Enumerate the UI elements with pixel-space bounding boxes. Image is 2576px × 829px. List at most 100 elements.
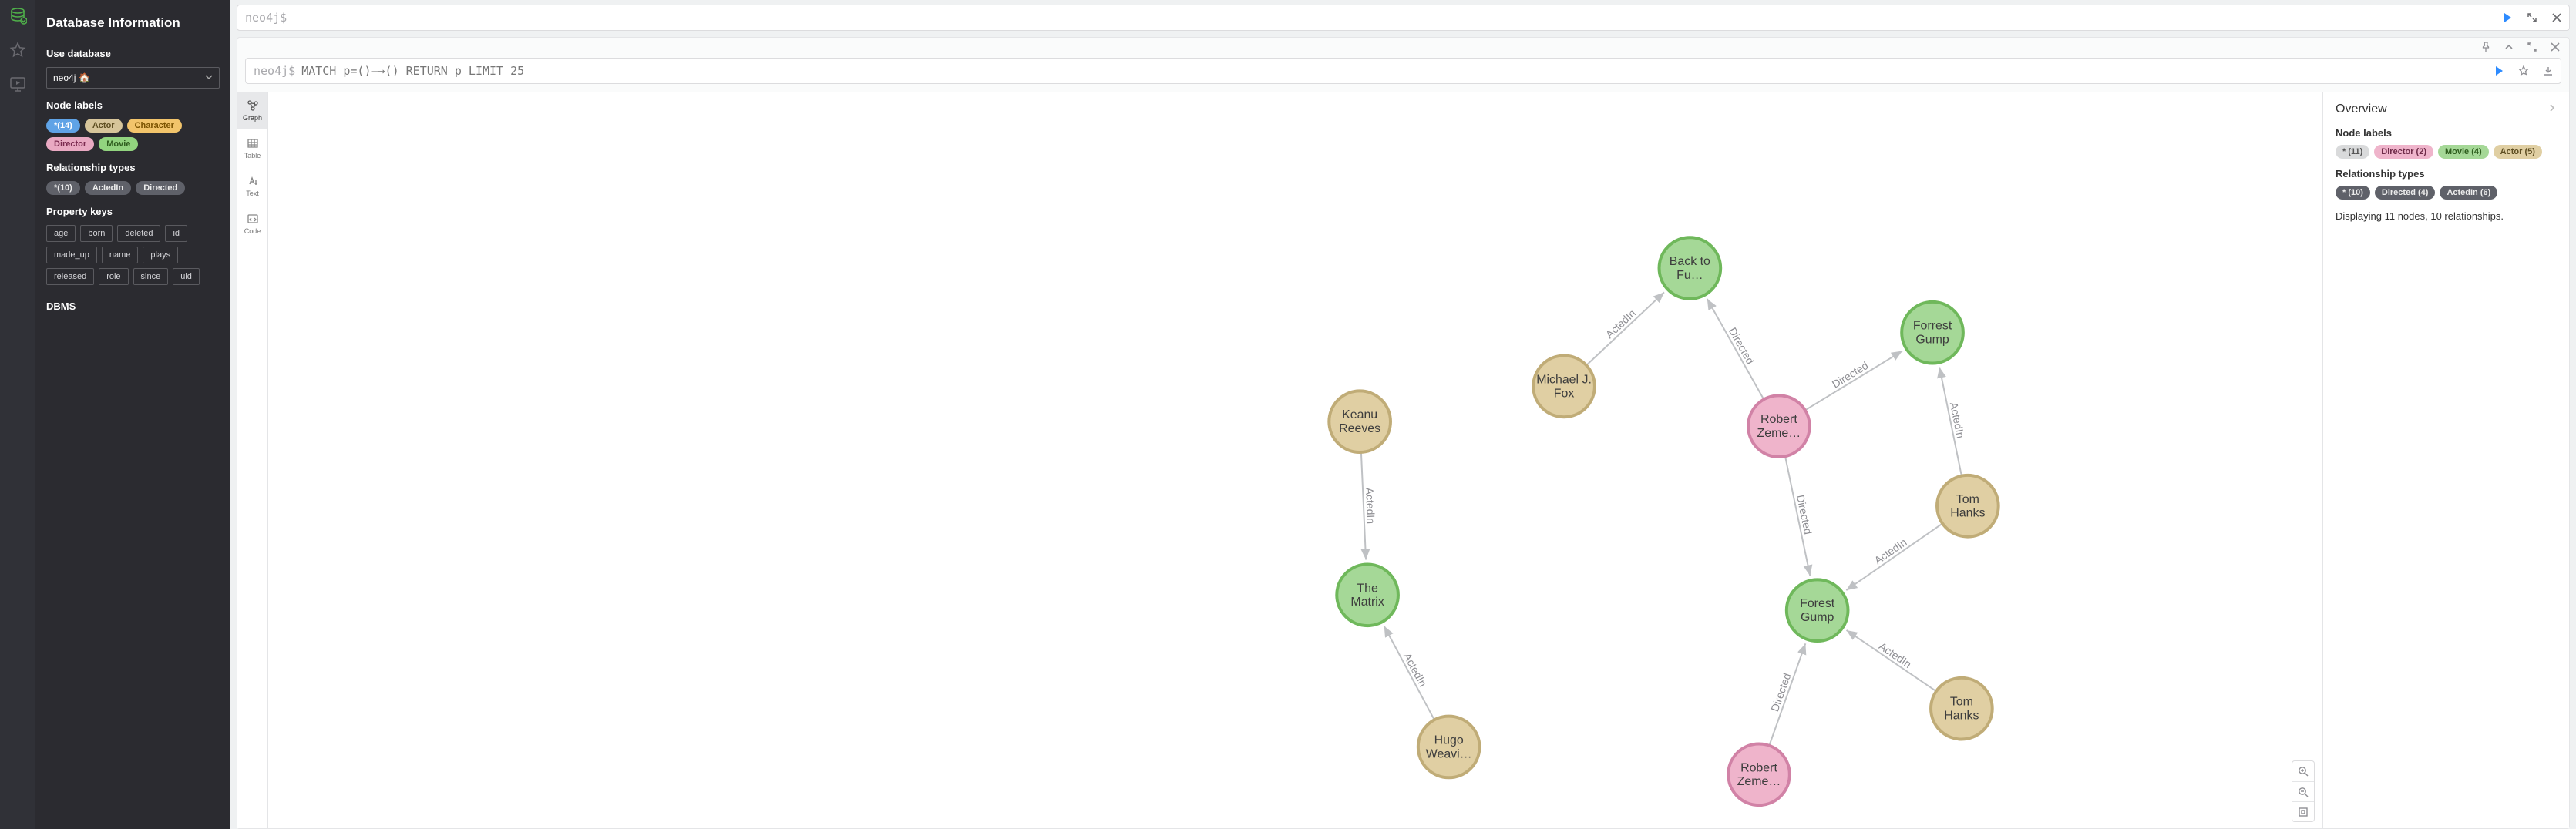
overview-summary: Displaying 11 nodes, 10 relationships. xyxy=(2336,210,2557,222)
card-query-text[interactable]: MATCH p=()—→() RETURN p LIMIT 25 xyxy=(301,64,2491,78)
graph-node[interactable]: ForestGump xyxy=(1787,579,1848,641)
svg-text:ActedIn: ActedIn xyxy=(1401,651,1429,689)
sidebar-title: Database Information xyxy=(46,15,220,31)
expand-icon[interactable] xyxy=(2524,10,2540,25)
graph-edge[interactable]: ActedIn xyxy=(1586,292,1664,365)
pill-all-nodes[interactable]: *(14) xyxy=(46,119,80,133)
view-text[interactable]: Text xyxy=(237,167,267,205)
svg-text:Fox: Fox xyxy=(1554,387,1575,400)
key-role[interactable]: role xyxy=(99,268,128,285)
card-star-icon[interactable] xyxy=(2516,63,2531,79)
star-icon[interactable] xyxy=(8,40,28,60)
graph-edge[interactable]: Directed xyxy=(1805,351,1902,411)
svg-text:Robert: Robert xyxy=(1760,413,1797,426)
key-age[interactable]: age xyxy=(46,225,76,242)
fullscreen-icon[interactable] xyxy=(2526,41,2538,53)
graph-node[interactable]: Back toFu… xyxy=(1660,237,1721,299)
legend-director[interactable]: Director (2) xyxy=(2374,145,2433,159)
card-download-icon[interactable] xyxy=(2541,63,2556,79)
svg-text:Weavi…: Weavi… xyxy=(1426,747,1472,760)
graph-edge[interactable]: ActedIn xyxy=(1847,630,1936,691)
key-born[interactable]: born xyxy=(80,225,113,242)
prop-keys-title: Property keys xyxy=(46,206,220,217)
graph-node[interactable]: ForrestGump xyxy=(1902,302,1963,364)
pill-director[interactable]: Director xyxy=(46,137,94,151)
graph-node[interactable]: RobertZeme… xyxy=(1728,743,1790,805)
graph-edge[interactable]: ActedIn xyxy=(1939,368,1967,476)
graph-node[interactable]: RobertZeme… xyxy=(1748,395,1810,457)
pill-all-rels[interactable]: *(10) xyxy=(46,181,80,195)
zoom-in-icon[interactable] xyxy=(2292,761,2314,781)
graph-node[interactable]: HugoWeavi… xyxy=(1418,717,1480,778)
card-query-row: neo4j$ MATCH p=()—→() RETURN p LIMIT 25 xyxy=(245,58,2561,84)
chevron-down-icon xyxy=(205,72,213,83)
svg-text:Tom: Tom xyxy=(1950,696,1973,709)
card-close-icon[interactable] xyxy=(2549,41,2561,53)
main: neo4j$ xyxy=(230,0,2576,829)
node-label-pills: *(14) Actor Character Director Movie xyxy=(46,119,220,151)
pill-directed[interactable]: Directed xyxy=(136,181,185,195)
svg-text:Tom: Tom xyxy=(1956,493,1979,506)
key-since[interactable]: since xyxy=(133,268,169,285)
legend-movie[interactable]: Movie (4) xyxy=(2438,145,2489,159)
pill-actedin[interactable]: ActedIn xyxy=(85,181,131,195)
overview-panel: Overview Node labels * (11) Director (2)… xyxy=(2322,92,2569,828)
key-uid[interactable]: uid xyxy=(173,268,200,285)
key-made_up[interactable]: made_up xyxy=(46,247,97,263)
pill-actor[interactable]: Actor xyxy=(85,119,123,133)
view-graph[interactable]: Graph xyxy=(237,92,267,129)
key-name[interactable]: name xyxy=(102,247,139,263)
run-button[interactable] xyxy=(2500,10,2515,25)
top-query-row: neo4j$ xyxy=(237,5,2570,31)
close-icon[interactable] xyxy=(2549,10,2564,25)
legend-all-rels[interactable]: * (10) xyxy=(2336,186,2370,200)
graph-node[interactable]: TheMatrix xyxy=(1337,564,1398,626)
legend-actedin[interactable]: ActedIn (6) xyxy=(2440,186,2497,200)
pill-movie[interactable]: Movie xyxy=(99,137,138,151)
zoom-out-icon[interactable] xyxy=(2292,781,2314,801)
graph-area[interactable]: ActedIn Directed Directed ActedIn Directed Ac… xyxy=(268,92,2322,828)
view-table-label: Table xyxy=(244,152,261,159)
graph-node[interactable]: Michael J.Fox xyxy=(1533,356,1595,418)
key-id[interactable]: id xyxy=(165,225,187,242)
database-icon[interactable] xyxy=(8,6,28,26)
key-deleted[interactable]: deleted xyxy=(117,225,160,242)
pin-icon[interactable] xyxy=(2480,41,2492,53)
graph-node[interactable]: TomHanks xyxy=(1931,678,1993,740)
legend-all-nodes[interactable]: * (11) xyxy=(2336,145,2369,159)
pill-character[interactable]: Character xyxy=(127,119,182,133)
view-switch: Graph Table Text xyxy=(237,92,268,828)
graph-node[interactable]: KeanuReeves xyxy=(1329,391,1391,452)
legend-actor[interactable]: Actor (5) xyxy=(2494,145,2542,159)
view-graph-label: Graph xyxy=(243,114,262,122)
view-code-label: Code xyxy=(244,227,261,235)
rel-type-pills: *(10) ActedIn Directed xyxy=(46,181,220,195)
legend-directed[interactable]: Directed (4) xyxy=(2375,186,2436,200)
key-released[interactable]: released xyxy=(46,268,94,285)
result-card: neo4j$ MATCH p=()—→() RETURN p LIMIT 25 xyxy=(237,37,2570,829)
play-monitor-icon[interactable] xyxy=(8,74,28,94)
view-table[interactable]: Table xyxy=(237,129,267,167)
fit-icon[interactable] xyxy=(2292,801,2314,821)
collapse-up-icon[interactable] xyxy=(2503,41,2515,53)
sidebar: Database Information Use database neo4j … xyxy=(35,0,230,829)
db-select[interactable]: neo4j 🏠 xyxy=(46,67,220,89)
graph-edge[interactable]: ActedIn xyxy=(1846,523,1942,590)
card-body: Graph Table Text xyxy=(237,92,2569,828)
key-plays[interactable]: plays xyxy=(143,247,178,263)
svg-text:Michael J.: Michael J. xyxy=(1536,373,1592,386)
graph-edge[interactable]: ActedIn xyxy=(1384,626,1434,720)
use-db-label: Use database xyxy=(46,48,220,59)
view-code[interactable]: Code xyxy=(237,205,267,243)
graph-node[interactable]: TomHanks xyxy=(1937,475,1999,537)
graph-edge[interactable]: Directed xyxy=(1785,456,1814,576)
graph-edge[interactable]: Directed xyxy=(1707,299,1764,400)
graph-edge[interactable]: Directed xyxy=(1768,643,1805,745)
card-run-button[interactable] xyxy=(2491,63,2507,79)
svg-text:ActedIn: ActedIn xyxy=(1603,307,1638,341)
svg-text:Gump: Gump xyxy=(1915,334,1949,347)
svg-text:Fu…: Fu… xyxy=(1676,269,1703,282)
overview-collapse-icon[interactable] xyxy=(2547,102,2557,116)
card-prompt: neo4j$ xyxy=(254,64,295,78)
graph-edge[interactable]: ActedIn xyxy=(1361,452,1377,560)
